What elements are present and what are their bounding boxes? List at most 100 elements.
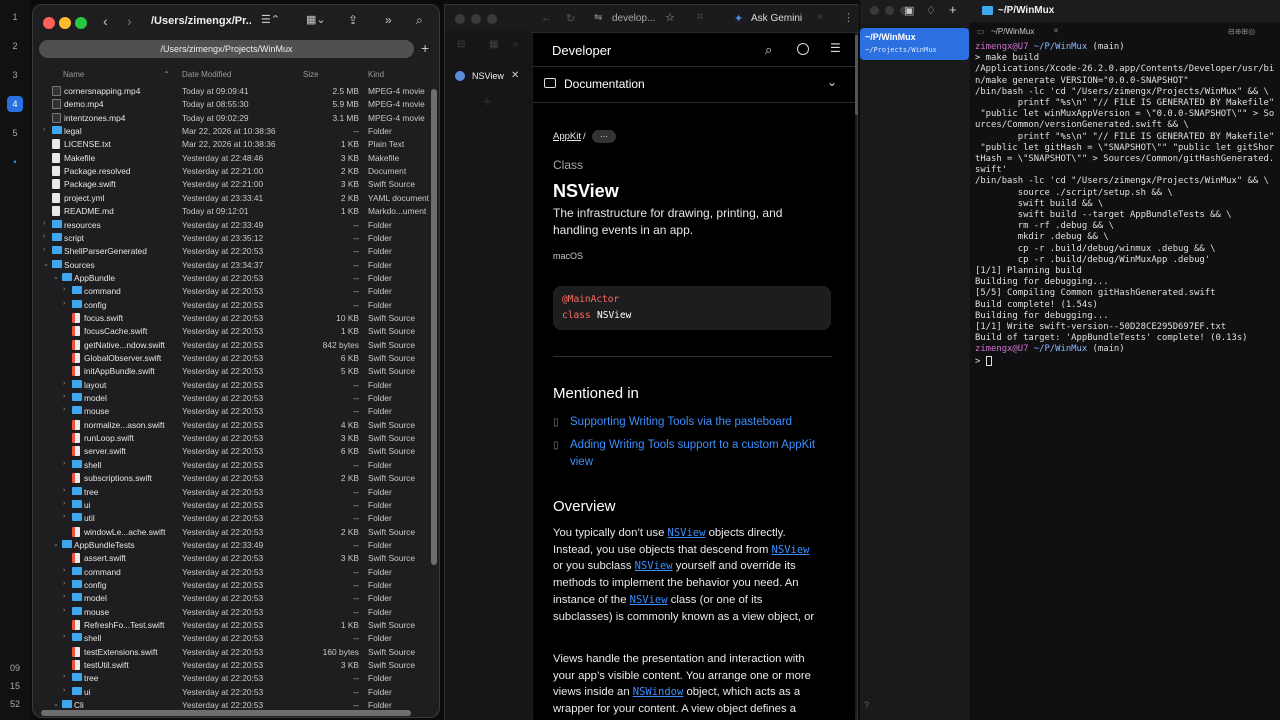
file-row[interactable]: Makefile Yesterday at 22:48:46 3 KB Makefil… xyxy=(33,152,429,165)
zoom-button[interactable] xyxy=(75,17,87,29)
disclosure-collapsed-icon[interactable]: › xyxy=(63,487,65,494)
address-bar[interactable]: develop... xyxy=(612,13,655,24)
disclosure-collapsed-icon[interactable]: › xyxy=(63,567,65,574)
mentioned-link-2[interactable]: Adding Writing Tools support to a custom… xyxy=(570,439,815,451)
mentioned-link-2-cont[interactable]: view xyxy=(570,456,593,468)
disclosure-expanded-icon[interactable]: ⌄ xyxy=(53,700,59,708)
folder-row[interactable]: › mouse Yesterday at 22:20:53 -- Folder xyxy=(33,606,429,619)
minimize-button[interactable] xyxy=(471,14,481,24)
horizontal-scrollbar[interactable] xyxy=(41,710,411,716)
folder-row[interactable]: ⌄ AppBundle Yesterday at 22:20:53 -- Folder xyxy=(33,272,429,285)
folder-row[interactable]: › shell Yesterday at 22:20:53 -- Folder xyxy=(33,632,429,645)
chevron-down-icon[interactable]: ⌄ xyxy=(827,75,837,89)
menu-icon[interactable]: ⋮ xyxy=(843,11,854,24)
space-6[interactable]: • xyxy=(7,154,23,170)
folder-row[interactable]: › layout Yesterday at 22:20:53 -- Folder xyxy=(33,379,429,392)
nsview-link[interactable]: NSView xyxy=(630,594,668,606)
breadcrumb-appkit[interactable]: AppKit xyxy=(553,131,581,142)
close-tab-icon[interactable]: ✕ xyxy=(511,70,519,81)
folder-row[interactable]: › command Yesterday at 22:20:53 -- Folder xyxy=(33,566,429,579)
gemini-icon[interactable]: ✦ xyxy=(734,12,743,25)
disclosure-expanded-icon[interactable]: ⌄ xyxy=(53,540,59,548)
tab-overview-icon[interactable]: ▦ xyxy=(489,39,498,50)
extension-icon[interactable]: ⌗ xyxy=(697,11,703,24)
file-row[interactable]: project.yml Yesterday at 23:33:41 2 KB YAML… xyxy=(33,192,429,205)
file-row[interactable]: cornersnapping.mp4 Today at 09:09:41 2.5 M… xyxy=(33,85,429,98)
file-row[interactable]: intentzones.mp4 Today at 09:02:29 3.1 MB MP… xyxy=(33,112,429,125)
account-icon[interactable] xyxy=(797,43,809,55)
folder-row[interactable]: › ShellParserGenerated Yesterday at 22:20:… xyxy=(33,245,429,258)
reload-icon[interactable]: ↻ xyxy=(566,12,575,25)
path-bar[interactable]: /Users/zimengx/Projects/WinMux xyxy=(39,40,414,58)
disclosure-collapsed-icon[interactable]: › xyxy=(63,406,65,413)
bell-icon[interactable]: ♢ xyxy=(926,4,936,17)
file-row[interactable]: focus.swift Yesterday at 22:20:53 10 KB Swi… xyxy=(33,312,429,325)
developer-brand[interactable]: Developer xyxy=(552,43,611,58)
disclosure-collapsed-icon[interactable]: › xyxy=(63,380,65,387)
nsview-link[interactable]: NSView xyxy=(772,544,810,556)
disclosure-collapsed-icon[interactable]: › xyxy=(63,687,65,694)
help-icon[interactable]: ? xyxy=(864,700,869,710)
space-1[interactable]: 1 xyxy=(7,9,23,25)
folder-row[interactable]: ⌄ Sources Yesterday at 23:34:37 -- Folder xyxy=(33,259,429,272)
folder-row[interactable]: ⌄ AppBundleTests Yesterday at 22:33:49 -- Fo… xyxy=(33,539,429,552)
disclosure-collapsed-icon[interactable]: › xyxy=(63,286,65,293)
close-pane-icon[interactable]: ✕ xyxy=(1053,27,1059,35)
search-tabs-icon[interactable]: ⌕ xyxy=(513,39,519,50)
minimize-button[interactable] xyxy=(59,17,71,29)
disclosure-collapsed-icon[interactable]: › xyxy=(63,300,65,307)
folder-row[interactable]: › command Yesterday at 22:20:53 -- Folder xyxy=(33,285,429,298)
space-4[interactable]: 4 xyxy=(7,96,23,112)
new-tab-icon[interactable]: + xyxy=(483,93,491,109)
folder-row[interactable]: › script Yesterday at 23:35:12 -- Folder xyxy=(33,232,429,245)
file-row[interactable]: getNative...ndow.swift Yesterday at 22:20… xyxy=(33,339,429,352)
disclosure-collapsed-icon[interactable]: › xyxy=(43,233,45,240)
space-5[interactable]: 5 xyxy=(7,125,23,141)
file-row[interactable]: GlobalObserver.swift Yesterday at 22:20:5… xyxy=(33,352,429,365)
nsview-link[interactable]: NSWindow xyxy=(633,686,684,698)
more-icon[interactable]: » xyxy=(817,11,823,23)
more-toolbar-icon[interactable]: » xyxy=(385,13,392,27)
back-icon[interactable]: ‹ xyxy=(103,13,108,29)
disclosure-expanded-icon[interactable]: ⌄ xyxy=(43,260,49,268)
disclosure-collapsed-icon[interactable]: › xyxy=(63,500,65,507)
zoom-button[interactable] xyxy=(487,14,497,24)
folder-row[interactable]: › ui Yesterday at 22:20:53 -- Folder xyxy=(33,686,429,699)
file-row[interactable]: Package.swift Yesterday at 22:21:00 3 KB Sw… xyxy=(33,178,429,191)
size-column-header[interactable]: Size xyxy=(303,70,319,79)
close-button[interactable] xyxy=(870,6,879,15)
disclosure-collapsed-icon[interactable]: › xyxy=(43,220,45,227)
folder-row[interactable]: › util Yesterday at 22:20:53 -- Folder xyxy=(33,512,429,525)
tab-nsview[interactable]: NSView xyxy=(472,71,504,81)
terminal-output[interactable]: zimengx@U7 ~/P/WinMux (main) > make build… xyxy=(975,42,1280,367)
folder-row[interactable]: › shell Yesterday at 22:20:53 -- Folder xyxy=(33,459,429,472)
file-row[interactable]: runLoop.swift Yesterday at 22:20:53 3 KB Sw… xyxy=(33,432,429,445)
terminal-tab-title[interactable]: ~/P/WinMux xyxy=(998,5,1054,16)
minimize-button[interactable] xyxy=(885,6,894,15)
folder-row[interactable]: › tree Yesterday at 22:20:53 -- Folder xyxy=(33,486,429,499)
sidebar-icon[interactable]: ▣ xyxy=(904,4,914,17)
disclosure-collapsed-icon[interactable]: › xyxy=(63,633,65,640)
file-row[interactable]: testExtensions.swift Yesterday at 22:20:5… xyxy=(33,646,429,659)
folder-row[interactable]: › config Yesterday at 22:20:53 -- Folder xyxy=(33,579,429,592)
folder-row[interactable]: › tree Yesterday at 22:20:53 -- Folder xyxy=(33,672,429,685)
new-tab-icon[interactable]: + xyxy=(949,2,957,17)
forward-icon[interactable]: › xyxy=(127,13,132,29)
file-row[interactable]: demo.mp4 Today at 08:55:30 5.9 MB MPEG-4 mo… xyxy=(33,98,429,111)
session-item[interactable]: ~/P/WinMux ~/Projects/WinMux xyxy=(860,28,969,60)
sidebar-icon[interactable] xyxy=(544,78,556,88)
disclosure-collapsed-icon[interactable]: › xyxy=(63,580,65,587)
mentioned-link-1[interactable]: Supporting Writing Tools via the pastebo… xyxy=(570,416,792,428)
space-2[interactable]: 2 xyxy=(7,38,23,54)
file-row[interactable]: focusCache.swift Yesterday at 22:20:53 1 K… xyxy=(33,325,429,338)
pane-controls-icon[interactable]: ⊟⊕⊞◎ xyxy=(1228,27,1255,36)
date-column-header[interactable]: Date Modified xyxy=(182,70,231,79)
disclosure-collapsed-icon[interactable]: › xyxy=(43,246,45,253)
sidebar-toggle-icon[interactable]: ⊟ xyxy=(457,39,465,50)
file-row[interactable]: README.md Today at 09:12:01 1 KB Markdo...u… xyxy=(33,205,429,218)
file-row[interactable]: RefreshFo...Test.swift Yesterday at 22:20… xyxy=(33,619,429,632)
vertical-scrollbar[interactable] xyxy=(431,89,437,565)
pane-tab[interactable]: ~/P/WinMux xyxy=(991,27,1034,36)
close-button[interactable] xyxy=(43,17,55,29)
nsview-link[interactable]: NSView xyxy=(635,560,673,572)
